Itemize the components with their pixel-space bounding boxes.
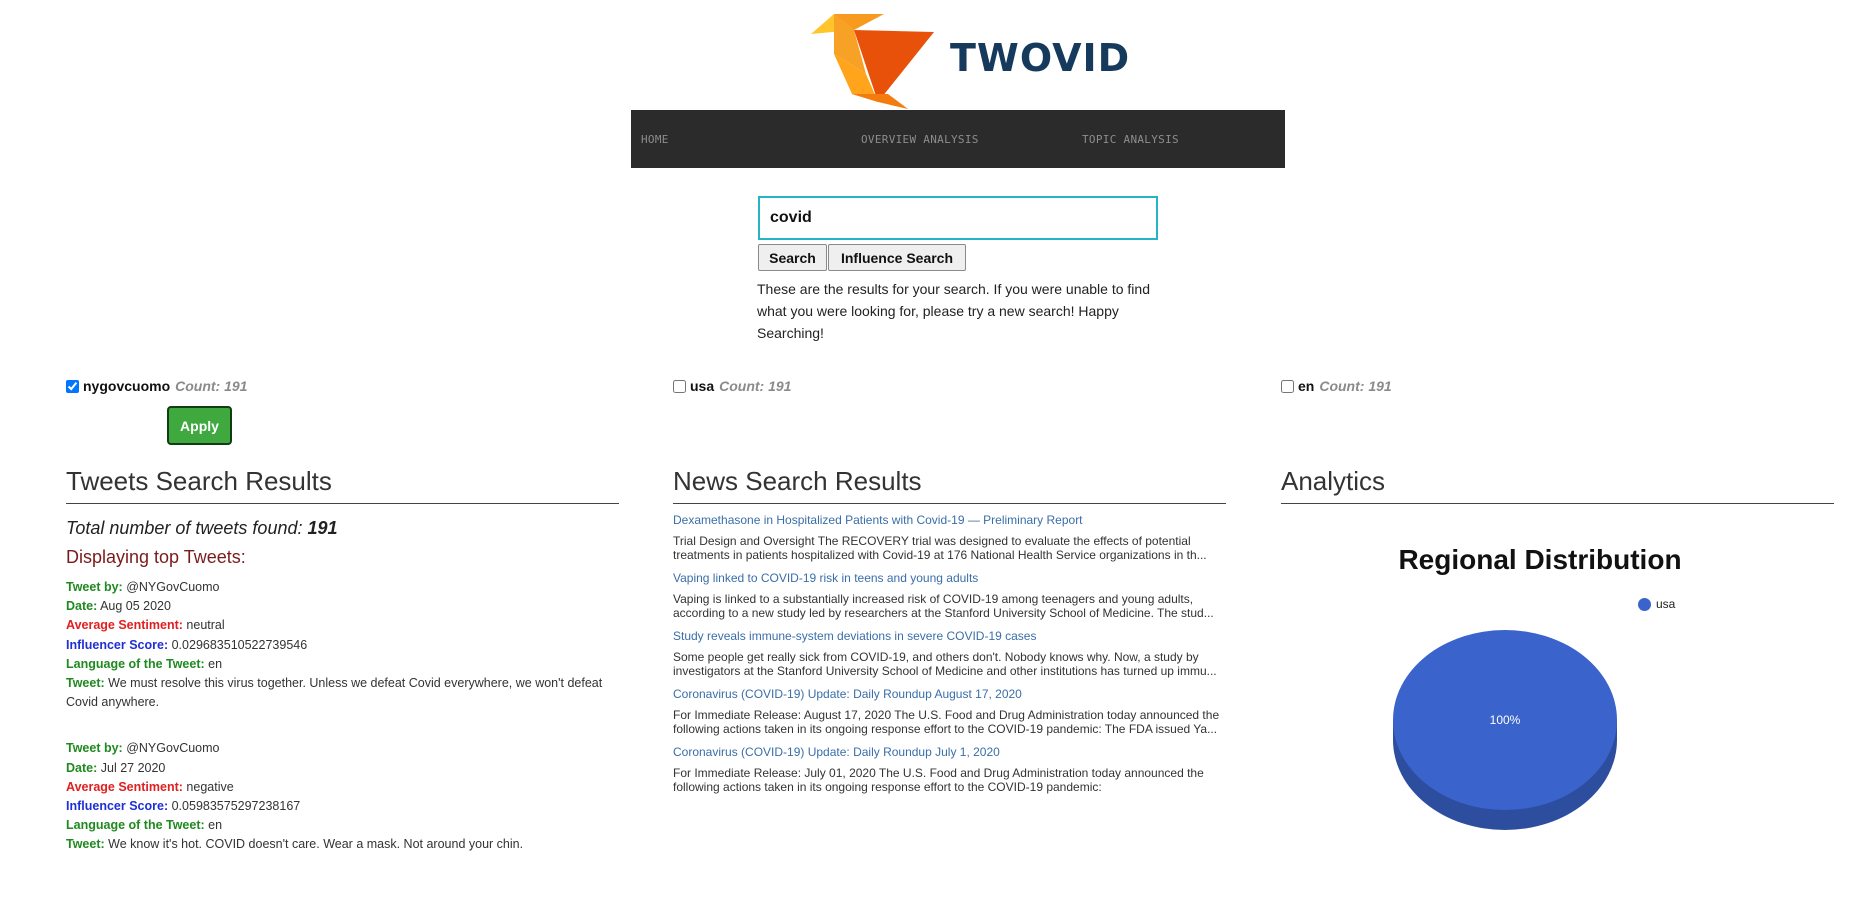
tweet-author: @NYGovCuomo [126, 741, 220, 756]
tweet-card: Tweet by: @NYGovCuomo Date: Jul 27 2020 … [66, 739, 619, 854]
tweet-sentiment-label: Average Sentiment: [66, 618, 183, 633]
filter-en[interactable]: en Count: 191 [1281, 378, 1392, 394]
tweets-panel: Tweets Search Results Total number of tw… [66, 466, 619, 856]
filter-name: nygovcuomo [83, 378, 171, 394]
news-item: Coronavirus (COVID-19) Update: Daily Rou… [673, 687, 1226, 736]
brand-logo: TWOVID [808, 14, 1129, 110]
filter-checkbox[interactable] [673, 379, 686, 393]
filter-checkbox[interactable] [1281, 379, 1294, 393]
news-snippet: For Immediate Release: July 01, 2020 The… [673, 766, 1204, 794]
tweets-total-value: 191 [307, 518, 338, 538]
tweet-influencer-label: Influencer Score: [66, 799, 169, 814]
nav-overview-analysis[interactable]: OVERVIEW ANALYSIS [861, 133, 979, 146]
news-item: Study reveals immune-system deviations i… [673, 629, 1226, 678]
bird-logo-icon [811, 14, 934, 109]
brand-name: TWOVID [950, 36, 1131, 80]
legend-label: usa [1656, 597, 1676, 611]
tweet-text: We know it's hot. COVID doesn't care. We… [108, 837, 524, 852]
displaying-label: Displaying top Tweets: [66, 547, 246, 567]
tweet-language: en [208, 818, 223, 833]
news-snippet: For Immediate Release: August 17, 2020 T… [673, 708, 1220, 736]
filter-nygovcuomo[interactable]: nygovcuomo Count: 191 [66, 378, 247, 394]
tweet-by-label: Tweet by: [66, 741, 123, 756]
news-panel: News Search Results Dexamethasone in Hos… [673, 466, 1226, 856]
tweet-author: @NYGovCuomo [126, 580, 220, 594]
tweet-date-label: Date: [66, 599, 98, 614]
pie-chart: 100% [1393, 630, 1617, 830]
filter-count: Count: 191 [719, 378, 792, 394]
tweet-date: Aug 05 2020 [100, 599, 171, 614]
filter-checkbox[interactable] [66, 379, 79, 393]
chart-title: Regional Distribution [1398, 544, 1682, 575]
tweet-language: en [208, 656, 223, 671]
tweets-total: Total number of tweets found: 191 [66, 518, 619, 539]
chart-legend[interactable]: usa [1638, 597, 1675, 611]
nav-topic-analysis[interactable]: TOPIC ANALYSIS [1082, 133, 1179, 146]
tweet-text-label: Tweet: [66, 676, 105, 691]
tweet-text-label: Tweet: [66, 837, 105, 852]
news-heading: News Search Results [673, 466, 1226, 504]
filter-count: Count: 191 [1319, 378, 1392, 394]
tweet-sentiment: negative [186, 779, 234, 794]
search-input[interactable] [758, 196, 1158, 240]
news-title-link[interactable]: Coronavirus (COVID-19) Update: Daily Rou… [673, 687, 1226, 701]
tweets-heading: Tweets Search Results [66, 466, 619, 504]
influence-search-button[interactable]: Influence Search [828, 244, 966, 271]
filter-count: Count: 191 [175, 378, 248, 394]
filter-name: en [1298, 378, 1315, 394]
news-title-link[interactable]: Dexamethasone in Hospitalized Patients w… [673, 513, 1226, 527]
tweet-card: Tweet by: @NYGovCuomo Date: Aug 05 2020 … [66, 578, 619, 712]
news-item: Coronavirus (COVID-19) Update: Daily Rou… [673, 745, 1226, 794]
news-snippet: Vaping is linked to a substantially incr… [673, 592, 1214, 620]
tweet-influencer-score: 0.029683510522739546 [171, 637, 308, 652]
tweet-sentiment-label: Average Sentiment: [66, 779, 183, 794]
filter-name: usa [690, 378, 715, 394]
tweet-language-label: Language of the Tweet: [66, 656, 205, 671]
tweet-influencer-label: Influencer Score: [66, 637, 169, 652]
pie-data-label: 100% [1490, 713, 1521, 727]
filter-usa[interactable]: usa Count: 191 [673, 378, 791, 394]
news-title-link[interactable]: Study reveals immune-system deviations i… [673, 629, 1226, 643]
tweet-date: Jul 27 2020 [100, 760, 166, 775]
tweet-influencer-score: 0.05983575297238167 [171, 799, 301, 814]
tweet-language-label: Language of the Tweet: [66, 818, 205, 833]
news-item: Dexamethasone in Hospitalized Patients w… [673, 513, 1226, 562]
search-button[interactable]: Search [758, 244, 827, 271]
tweet-by-label: Tweet by: [66, 580, 123, 594]
news-title-link[interactable]: Coronavirus (COVID-19) Update: Daily Rou… [673, 745, 1226, 759]
news-snippet: Trial Design and Oversight The RECOVERY … [673, 534, 1207, 562]
tweets-total-label: Total number of tweets found: [66, 518, 303, 538]
nav-home[interactable]: HOME [641, 133, 669, 146]
tweet-date-label: Date: [66, 760, 98, 775]
analytics-heading: Analytics [1281, 466, 1834, 504]
news-item: Vaping linked to COVID-19 risk in teens … [673, 571, 1226, 620]
legend-swatch [1638, 597, 1651, 611]
news-snippet: Some people get really sick from COVID-1… [673, 650, 1217, 678]
tweet-sentiment: neutral [186, 618, 225, 633]
news-title-link[interactable]: Vaping linked to COVID-19 risk in teens … [673, 571, 1226, 585]
tweet-text: We must resolve this virus together. Unl… [66, 676, 603, 710]
search-intro-text: These are the results for your search. I… [757, 281, 1150, 341]
apply-button[interactable]: Apply [167, 406, 232, 445]
top-nav: HOME OVERVIEW ANALYSIS TOPIC ANALYSIS [631, 110, 1285, 168]
